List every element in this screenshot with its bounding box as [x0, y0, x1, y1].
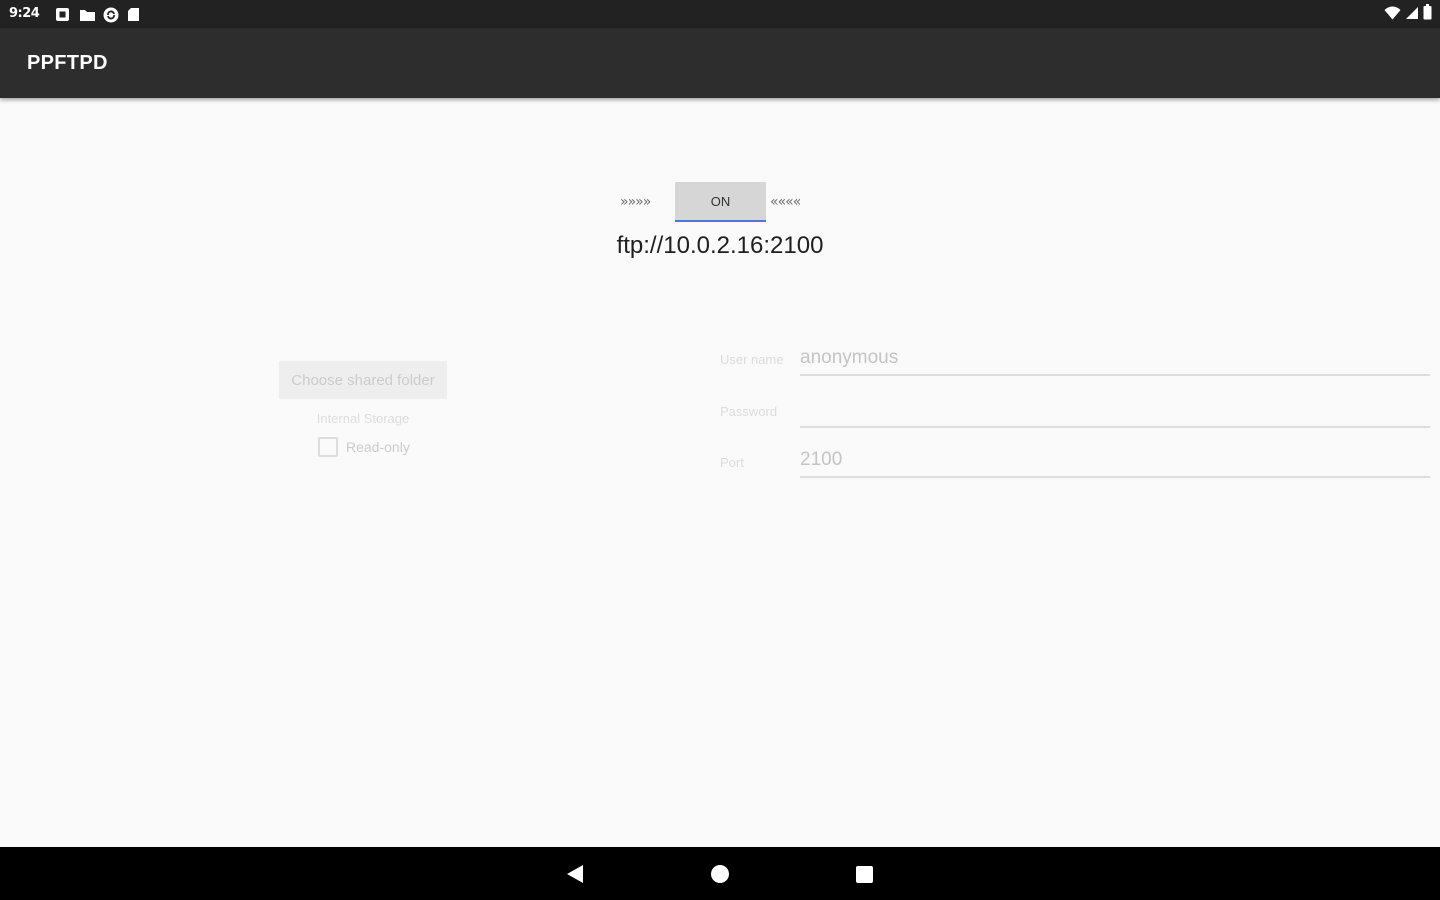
- arrows-left: »»»»: [620, 194, 651, 210]
- port-label: Port: [720, 455, 744, 470]
- main-content: »»»» ON «««« ftp://10.0.2.16:2100 Choose…: [0, 98, 1440, 847]
- sd-card-icon: [127, 7, 142, 22]
- wifi-icon: [1384, 5, 1401, 24]
- back-icon[interactable]: [565, 864, 585, 884]
- recents-icon[interactable]: [856, 866, 873, 883]
- status-time: 9:24: [9, 6, 40, 21]
- readonly-option[interactable]: Read-only: [318, 437, 410, 457]
- choose-shared-folder-button[interactable]: Choose shared folder: [279, 361, 447, 399]
- app-bar: PPFTPD: [0, 28, 1440, 98]
- system-icons: [1384, 4, 1432, 24]
- storage-label: Internal Storage: [316, 411, 410, 426]
- username-input[interactable]: [800, 342, 1430, 376]
- port-input[interactable]: [800, 444, 1430, 478]
- status-bar: 9:24: [0, 0, 1440, 28]
- notification-icons: [55, 6, 142, 22]
- home-icon[interactable]: [711, 865, 729, 883]
- sim-icon: [55, 7, 70, 22]
- readonly-checkbox[interactable]: [318, 437, 338, 457]
- folder-icon: [79, 7, 95, 22]
- battery-icon: [1423, 4, 1432, 24]
- navigation-bar: [0, 847, 1440, 900]
- username-label: User name: [720, 352, 784, 367]
- readonly-label: Read-only: [346, 439, 410, 455]
- server-toggle-button[interactable]: ON: [675, 182, 766, 222]
- arrows-right: ««««: [770, 194, 801, 210]
- ftp-url: ftp://10.0.2.16:2100: [616, 232, 824, 259]
- password-label: Password: [720, 404, 778, 419]
- signal-icon: [1405, 5, 1419, 24]
- server-toggle-row: »»»» ON ««««: [0, 182, 1440, 222]
- app-title: PPFTPD: [27, 52, 108, 74]
- password-input[interactable]: [800, 394, 1430, 428]
- sync-icon: [103, 7, 119, 22]
